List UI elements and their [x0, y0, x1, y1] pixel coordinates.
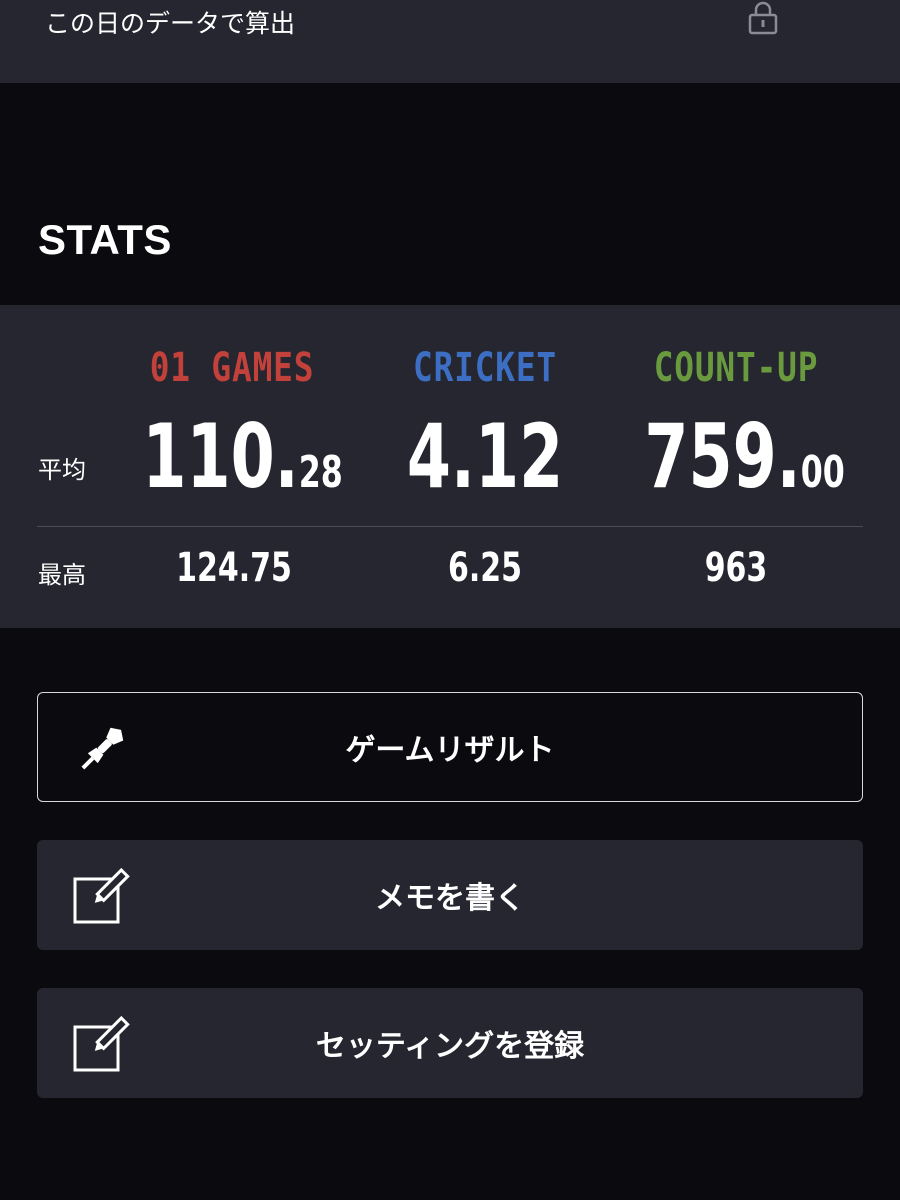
average-01-games-int: 110: [142, 405, 275, 508]
stats-panel: 01 GAMES CRICKET COUNT-UP 平均 110.28 4.12…: [0, 305, 900, 628]
average-cricket-int: 4.12: [406, 405, 564, 508]
average-cricket: 4.12: [391, 413, 578, 501]
register-setting-label: セッティングを登録: [315, 1029, 585, 1064]
stats-heading: STATS: [38, 216, 172, 263]
max-01-games: 124.75: [176, 545, 292, 591]
average-01-games: 110.28: [142, 405, 343, 508]
column-header-01-games: 01 GAMES: [149, 345, 315, 391]
date-calc-label: この日のデータで算出: [45, 9, 296, 38]
register-setting-button[interactable]: セッティングを登録: [37, 988, 863, 1098]
average-count-up: 759.00: [644, 405, 845, 508]
game-result-button[interactable]: ゲームリザルト: [37, 692, 863, 802]
average-label: 平均: [38, 456, 86, 484]
column-header-count-up: COUNT-UP: [653, 345, 819, 391]
date-calc-row: この日のデータで算出: [0, 0, 900, 83]
dart-icon: [81, 727, 124, 770]
average-count-up-dec: 00: [800, 447, 845, 498]
average-count-up-int: 759: [644, 405, 777, 508]
write-memo-label: メモを書く: [375, 881, 525, 916]
max-label: 最高: [38, 561, 86, 589]
write-memo-button[interactable]: メモを書く: [37, 840, 863, 950]
max-cricket: 6.25: [447, 545, 523, 591]
edit-icon: [73, 1015, 130, 1072]
lock-icon[interactable]: [747, 0, 779, 36]
column-header-cricket: CRICKET: [413, 345, 557, 391]
game-result-label: ゲームリザルト: [345, 733, 555, 768]
stats-divider: [37, 526, 863, 527]
average-01-games-dec: 28: [298, 447, 343, 498]
edit-icon: [73, 867, 130, 924]
max-count-up: 963: [704, 545, 768, 591]
